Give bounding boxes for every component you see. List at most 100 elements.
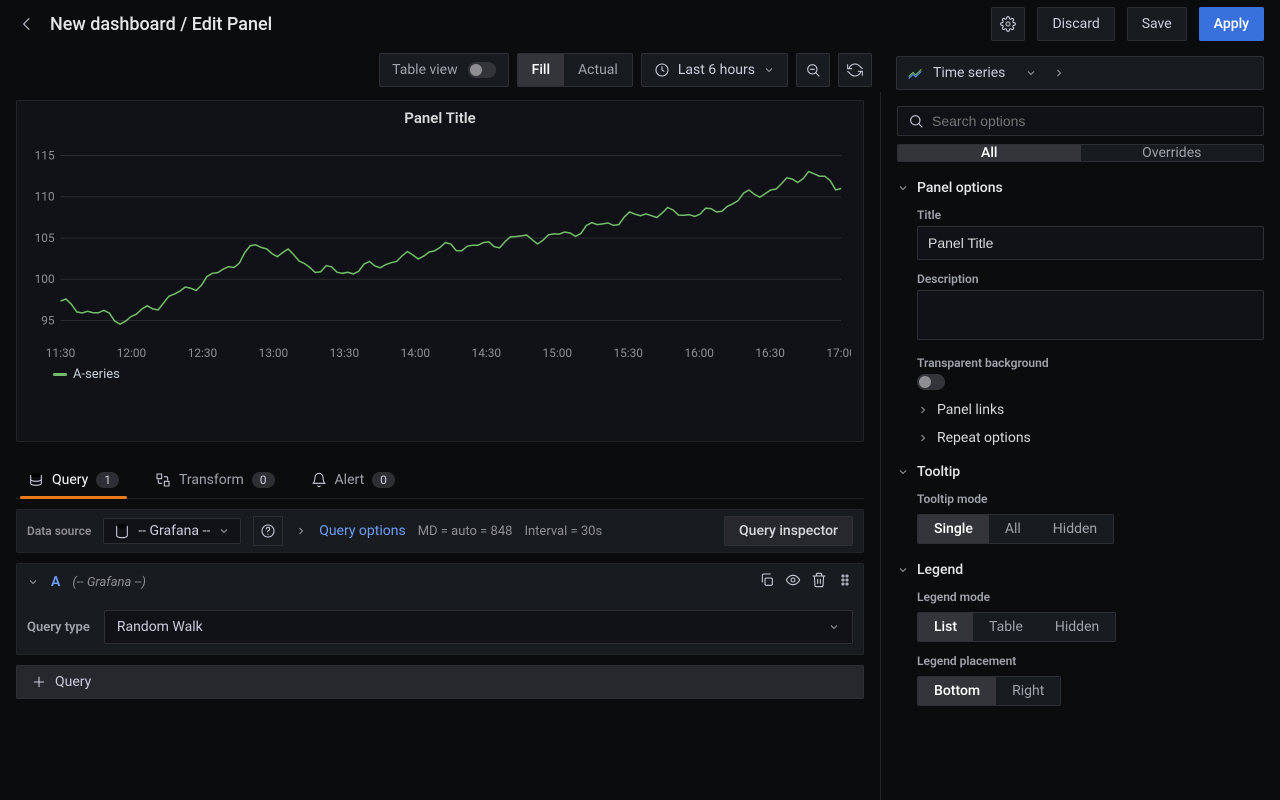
time-range-label: Last 6 hours bbox=[678, 62, 755, 78]
delete-query-button[interactable] bbox=[811, 572, 827, 592]
question-icon bbox=[260, 523, 276, 539]
query-config-bar: Data source -- Grafana -- Query options … bbox=[16, 509, 864, 553]
tab-overrides[interactable]: Overrides bbox=[1081, 145, 1264, 161]
section-tooltip[interactable]: Tooltip bbox=[897, 464, 1264, 480]
svg-text:15:00: 15:00 bbox=[543, 346, 573, 360]
query-tabs: Query 1 Transform 0 Alert 0 bbox=[16, 452, 864, 499]
legend-placement-bottom[interactable]: Bottom bbox=[918, 677, 996, 705]
chevron-right-icon bbox=[917, 432, 929, 444]
query-letter: A bbox=[51, 574, 60, 590]
legend-placement-label: Legend placement bbox=[917, 654, 1264, 668]
apply-button[interactable]: Apply bbox=[1199, 7, 1264, 41]
data-source-help-button[interactable] bbox=[253, 516, 283, 546]
chart-legend: A-series bbox=[21, 363, 851, 382]
zoom-out-button[interactable] bbox=[796, 53, 830, 87]
svg-text:14:00: 14:00 bbox=[401, 346, 431, 360]
section-legend[interactable]: Legend bbox=[897, 562, 1264, 578]
settings-button[interactable] bbox=[991, 7, 1025, 41]
svg-text:12:00: 12:00 bbox=[117, 346, 147, 360]
switch-icon bbox=[468, 62, 496, 78]
legend-mode-table[interactable]: Table bbox=[973, 613, 1039, 641]
transform-count-badge: 0 bbox=[252, 472, 275, 488]
legend-mode-label: Legend mode bbox=[917, 590, 1264, 604]
query-meta-md: MD = auto = 848 bbox=[418, 524, 513, 539]
svg-text:14:30: 14:30 bbox=[472, 346, 502, 360]
tooltip-mode-all[interactable]: All bbox=[989, 515, 1037, 543]
search-options-input[interactable] bbox=[932, 113, 1253, 129]
svg-text:95: 95 bbox=[41, 313, 55, 327]
add-query-button[interactable]: Query bbox=[16, 665, 864, 699]
chevron-down-icon bbox=[763, 64, 775, 76]
chevron-right-icon[interactable] bbox=[295, 525, 307, 537]
chevron-down-icon bbox=[828, 621, 840, 633]
legend-mode-list[interactable]: List bbox=[918, 613, 973, 641]
table-view-label: Table view bbox=[392, 62, 458, 78]
title-label: Title bbox=[917, 208, 1264, 222]
data-source-value: -- Grafana -- bbox=[138, 523, 210, 539]
tab-query[interactable]: Query 1 bbox=[24, 466, 123, 498]
duplicate-query-button[interactable] bbox=[759, 572, 775, 592]
chart[interactable]: 9510010511011511:3012:0012:3013:0013:301… bbox=[21, 133, 851, 363]
search-options-field[interactable] bbox=[897, 106, 1264, 136]
tab-alert[interactable]: Alert 0 bbox=[307, 466, 399, 498]
tooltip-mode-hidden[interactable]: Hidden bbox=[1037, 515, 1113, 543]
query-meta-interval: Interval = 30s bbox=[524, 524, 602, 539]
svg-text:13:00: 13:00 bbox=[259, 346, 289, 360]
svg-text:11:30: 11:30 bbox=[46, 346, 76, 360]
svg-text:17:00: 17:00 bbox=[826, 346, 851, 360]
discard-button[interactable]: Discard bbox=[1037, 7, 1114, 41]
repeat-options-expander[interactable]: Repeat options bbox=[897, 430, 1264, 446]
transform-icon bbox=[155, 472, 171, 488]
svg-text:12:30: 12:30 bbox=[188, 346, 218, 360]
zoom-out-icon bbox=[805, 62, 821, 78]
transparent-toggle[interactable] bbox=[917, 374, 945, 390]
time-range-picker[interactable]: Last 6 hours bbox=[641, 53, 788, 87]
actual-option[interactable]: Actual bbox=[564, 54, 632, 86]
refresh-button[interactable] bbox=[838, 53, 872, 87]
query-type-value: Random Walk bbox=[117, 619, 203, 635]
tab-transform[interactable]: Transform 0 bbox=[151, 466, 279, 498]
svg-text:15:30: 15:30 bbox=[613, 346, 643, 360]
clock-icon bbox=[654, 62, 670, 78]
query-options-link[interactable]: Query options bbox=[319, 523, 406, 539]
copy-icon bbox=[759, 572, 775, 588]
options-tabs: All Overrides bbox=[897, 144, 1264, 162]
back-button[interactable] bbox=[16, 13, 38, 35]
bell-icon bbox=[311, 472, 327, 488]
refresh-icon bbox=[847, 62, 863, 78]
add-query-label: Query bbox=[55, 674, 91, 690]
legend-placement-right[interactable]: Right bbox=[996, 677, 1060, 705]
panel-links-expander[interactable]: Panel links bbox=[897, 402, 1264, 418]
database-icon bbox=[114, 523, 130, 539]
legend-mode-hidden[interactable]: Hidden bbox=[1039, 613, 1115, 641]
chevron-down-icon[interactable] bbox=[27, 576, 39, 588]
transparent-label: Transparent background bbox=[917, 356, 1264, 370]
svg-text:115: 115 bbox=[35, 148, 55, 162]
svg-text:105: 105 bbox=[35, 231, 55, 245]
drag-handle[interactable] bbox=[837, 572, 853, 592]
visualization-label: Time series bbox=[933, 65, 1005, 81]
query-ds: (-- Grafana --) bbox=[72, 575, 146, 590]
grip-icon bbox=[837, 572, 853, 588]
fill-option[interactable]: Fill bbox=[518, 54, 564, 86]
svg-text:13:30: 13:30 bbox=[330, 346, 360, 360]
save-button[interactable]: Save bbox=[1127, 7, 1187, 41]
chevron-down-icon bbox=[1025, 67, 1037, 79]
title-input[interactable] bbox=[917, 226, 1264, 260]
chevron-down-icon bbox=[897, 182, 909, 194]
chevron-down-icon bbox=[218, 525, 230, 537]
table-view-toggle[interactable]: Table view bbox=[379, 53, 509, 87]
query-type-label: Query type bbox=[27, 620, 90, 635]
query-count-badge: 1 bbox=[96, 472, 119, 488]
tab-all[interactable]: All bbox=[898, 145, 1081, 161]
query-inspector-button[interactable]: Query inspector bbox=[724, 516, 853, 546]
chevron-right-icon bbox=[917, 404, 929, 416]
data-source-select[interactable]: -- Grafana -- bbox=[103, 518, 241, 544]
section-panel-options[interactable]: Panel options bbox=[897, 180, 1264, 196]
visualization-picker[interactable]: Time series bbox=[896, 56, 1264, 90]
toggle-visibility-button[interactable] bbox=[785, 572, 801, 592]
query-type-select[interactable]: Random Walk bbox=[104, 610, 853, 644]
tooltip-mode-single[interactable]: Single bbox=[918, 515, 989, 543]
svg-text:110: 110 bbox=[35, 190, 55, 204]
description-input[interactable] bbox=[917, 290, 1264, 340]
